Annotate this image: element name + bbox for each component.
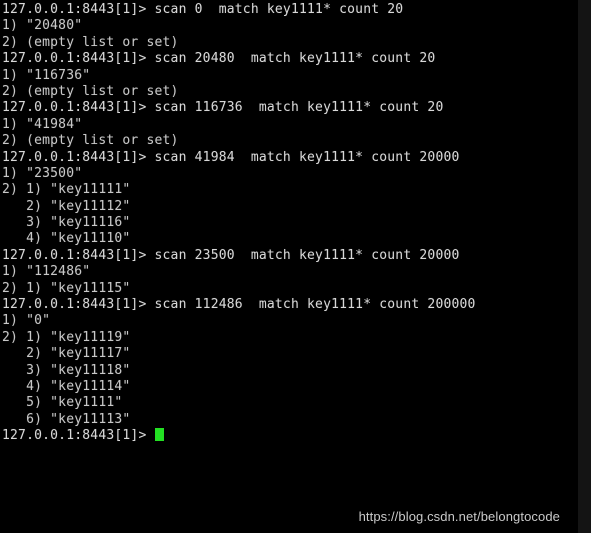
terminal-command-line: 127.0.0.1:8443[1]> scan 41984 match key1… bbox=[2, 149, 460, 165]
terminal-command-line: 127.0.0.1:8443[1]> scan 112486 match key… bbox=[2, 297, 476, 313]
terminal-command-line: 127.0.0.1:8443[1]> scan 0 match key1111*… bbox=[2, 2, 404, 17]
terminal-output-line: 2) "key11112" bbox=[2, 198, 131, 214]
terminal-output-line: 6) "key11113" bbox=[2, 411, 131, 427]
terminal-output-line: 2) (empty list or set) bbox=[2, 83, 179, 99]
terminal-output-line: 1) "41984" bbox=[2, 116, 83, 132]
terminal-output-area[interactable]: 127.0.0.1:8443[1]> scan 0 match key1111*… bbox=[0, 0, 578, 533]
terminal-window: 127.0.0.1:8443[1]> scan 0 match key1111*… bbox=[0, 0, 591, 533]
terminal-output-line: 2) (empty list or set) bbox=[2, 34, 179, 50]
terminal-command-line: 127.0.0.1:8443[1]> scan 116736 match key… bbox=[2, 100, 444, 116]
terminal-output-line: 5) "key1111" bbox=[2, 395, 123, 411]
terminal-output-line: 2) (empty list or set) bbox=[2, 133, 179, 149]
terminal-active-prompt-line[interactable]: 127.0.0.1:8443[1]> bbox=[2, 428, 578, 444]
terminal-output-line: 2) 1) "key11111" bbox=[2, 182, 131, 198]
terminal-output-line: 2) 1) "key11115" bbox=[2, 280, 131, 296]
terminal-output-line: 1) "20480" bbox=[2, 18, 83, 34]
terminal-lines: 127.0.0.1:8443[1]> scan 0 match key1111*… bbox=[2, 2, 578, 428]
terminal-output-line: 3) "key11116" bbox=[2, 215, 131, 231]
terminal-output-line: 3) "key11118" bbox=[2, 362, 131, 378]
terminal-output-line: 2) 1) "key11119" bbox=[2, 329, 131, 345]
terminal-output-line: 1) "112486" bbox=[2, 264, 91, 280]
terminal-output-line: 2) "key11117" bbox=[2, 346, 131, 362]
terminal-output-line: 1) "116736" bbox=[2, 67, 91, 83]
terminal-command-line: 127.0.0.1:8443[1]> scan 20480 match key1… bbox=[2, 51, 436, 67]
prompt-label: 127.0.0.1:8443[1]> bbox=[2, 428, 155, 444]
terminal-output-line: 4) "key11114" bbox=[2, 378, 131, 394]
terminal-output-line: 1) "0" bbox=[2, 313, 51, 329]
terminal-output-line: 4) "key11110" bbox=[2, 231, 131, 247]
watermark-url: https://blog.csdn.net/belongtocode bbox=[358, 509, 560, 524]
terminal-output-line: 1) "23500" bbox=[2, 165, 83, 181]
text-cursor bbox=[154, 428, 164, 442]
terminal-command-line: 127.0.0.1:8443[1]> scan 23500 match key1… bbox=[2, 247, 460, 263]
